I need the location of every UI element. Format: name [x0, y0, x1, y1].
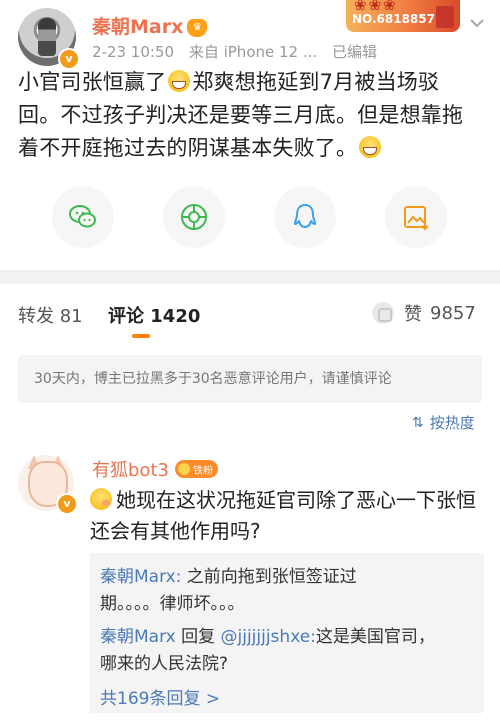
post-text-line1b: 郑爽想拖延到7月被当场驳 — [192, 70, 440, 94]
post-author[interactable]: 秦朝Marx ♛ — [92, 12, 208, 39]
comment-notice: 30天内，博主已拉黑多于30名恶意评论用户，请谨慎评论 — [18, 355, 482, 403]
post-body: 小官司张恒赢了 郑爽想拖延到7月被当场驳 回。不过孩子判决还是要等三月底。但是想靠… — [18, 66, 484, 165]
fan-card-tower-icon — [436, 6, 454, 28]
reply-mid: 回复 — [175, 627, 221, 647]
chevron-down-icon[interactable] — [466, 12, 488, 34]
post-author-name[interactable]: 秦朝Marx — [92, 16, 183, 38]
grin-emoji-icon — [168, 70, 191, 92]
vip-icon — [177, 463, 190, 475]
more-replies-link[interactable]: 共169条回复 > — [100, 684, 220, 709]
share-wechat-button[interactable] — [52, 186, 114, 248]
iron-fan-label: 铁粉 — [192, 465, 213, 477]
post-meta: 2-23 10:50 来自 iPhone 12 ... 已编辑 — [92, 41, 387, 62]
post-source: 来自 iPhone 12 ... — [188, 43, 318, 61]
reply-text-line2: 期。。。。律师坏。。。 — [100, 594, 245, 614]
sort-by-hot-button[interactable]: ⇅ 按热度 — [412, 412, 475, 433]
section-divider — [0, 270, 500, 284]
post-text-line3: 着不开庭拖过去的阴谋基本失败了。 — [18, 136, 358, 160]
tab-like-count: 9857 — [430, 302, 476, 324]
verified-badge-icon: v — [56, 493, 78, 515]
post-text-line2: 回。不过孩子判决还是要等三月底。但是想靠拖 — [18, 103, 464, 127]
grin-emoji-icon — [359, 136, 382, 158]
reply-text-line1: 这是美国官司， — [315, 627, 435, 647]
fan-number: NO.6818857 — [352, 12, 435, 26]
tab-comment[interactable]: 评论 1420 — [108, 302, 200, 328]
iron-fan-badge: 铁粉 — [174, 460, 218, 478]
tab-comment-count: 1420 — [150, 306, 201, 327]
reply-mention[interactable]: @jjjjjjjshxe: — [221, 627, 316, 647]
commenter-name[interactable]: 有狐bot3 — [92, 456, 169, 482]
tab-repost[interactable]: 转发 81 — [18, 302, 83, 328]
tab-like-label: 赞 — [404, 304, 422, 325]
tab-repost-label: 转发 — [18, 306, 54, 327]
reply-text-line2: 哪来的人民法院? — [100, 654, 229, 674]
commenter[interactable]: 有狐bot3 铁粉 — [92, 456, 218, 482]
wechat-icon — [69, 205, 96, 228]
like-icon — [372, 302, 394, 324]
reply-author[interactable]: 秦朝Marx: — [100, 567, 181, 587]
comment-text-line2: 还会有其他作用吗? — [90, 519, 261, 543]
save-image-icon — [404, 206, 429, 231]
fan-card[interactable]: ❀❀❀ NO.6818857 — [346, 0, 460, 32]
post-text-line1: 小官司张恒赢了 — [18, 70, 167, 94]
reply-author[interactable]: 秦朝Marx — [100, 627, 176, 647]
post-edited: 已编辑 — [331, 43, 377, 61]
avatar-figure — [38, 18, 56, 56]
save-image-button[interactable] — [385, 186, 447, 248]
thinking-emoji-icon — [90, 488, 112, 510]
reply-item[interactable]: 秦朝Marx: 之前向拖到张恒签证过 期。。。。律师坏。。。 — [100, 564, 480, 618]
reply-item[interactable]: 秦朝Marx 回复 @jjjjjjjshxe:这是美国官司， 哪来的人民法院? — [100, 624, 480, 678]
share-moments-button[interactable] — [163, 186, 225, 248]
comment-text: 她现在这状况拖延官司除了恶心一下张恒 还会有其他作用吗? — [90, 485, 490, 547]
tab-repost-count: 81 — [59, 306, 83, 327]
sort-label: 按热度 — [429, 414, 475, 432]
post-time: 2-23 10:50 — [92, 43, 175, 61]
tab-like[interactable]: 赞 9857 — [372, 300, 476, 326]
member-crown-icon: ♛ — [187, 18, 208, 37]
qq-icon — [294, 204, 316, 228]
comment-text-line1: 她现在这状况拖延官司除了恶心一下张恒 — [116, 488, 476, 512]
tab-comment-label: 评论 — [108, 306, 144, 327]
active-tab-indicator — [132, 334, 150, 338]
share-qq-button[interactable] — [274, 186, 336, 248]
reply-text-line1: 之前向拖到张恒签证过 — [181, 567, 357, 587]
sort-icon: ⇅ — [412, 414, 424, 431]
moments-icon — [181, 204, 207, 230]
author-avatar[interactable]: v — [18, 8, 80, 70]
commenter-avatar[interactable]: v — [18, 455, 78, 515]
